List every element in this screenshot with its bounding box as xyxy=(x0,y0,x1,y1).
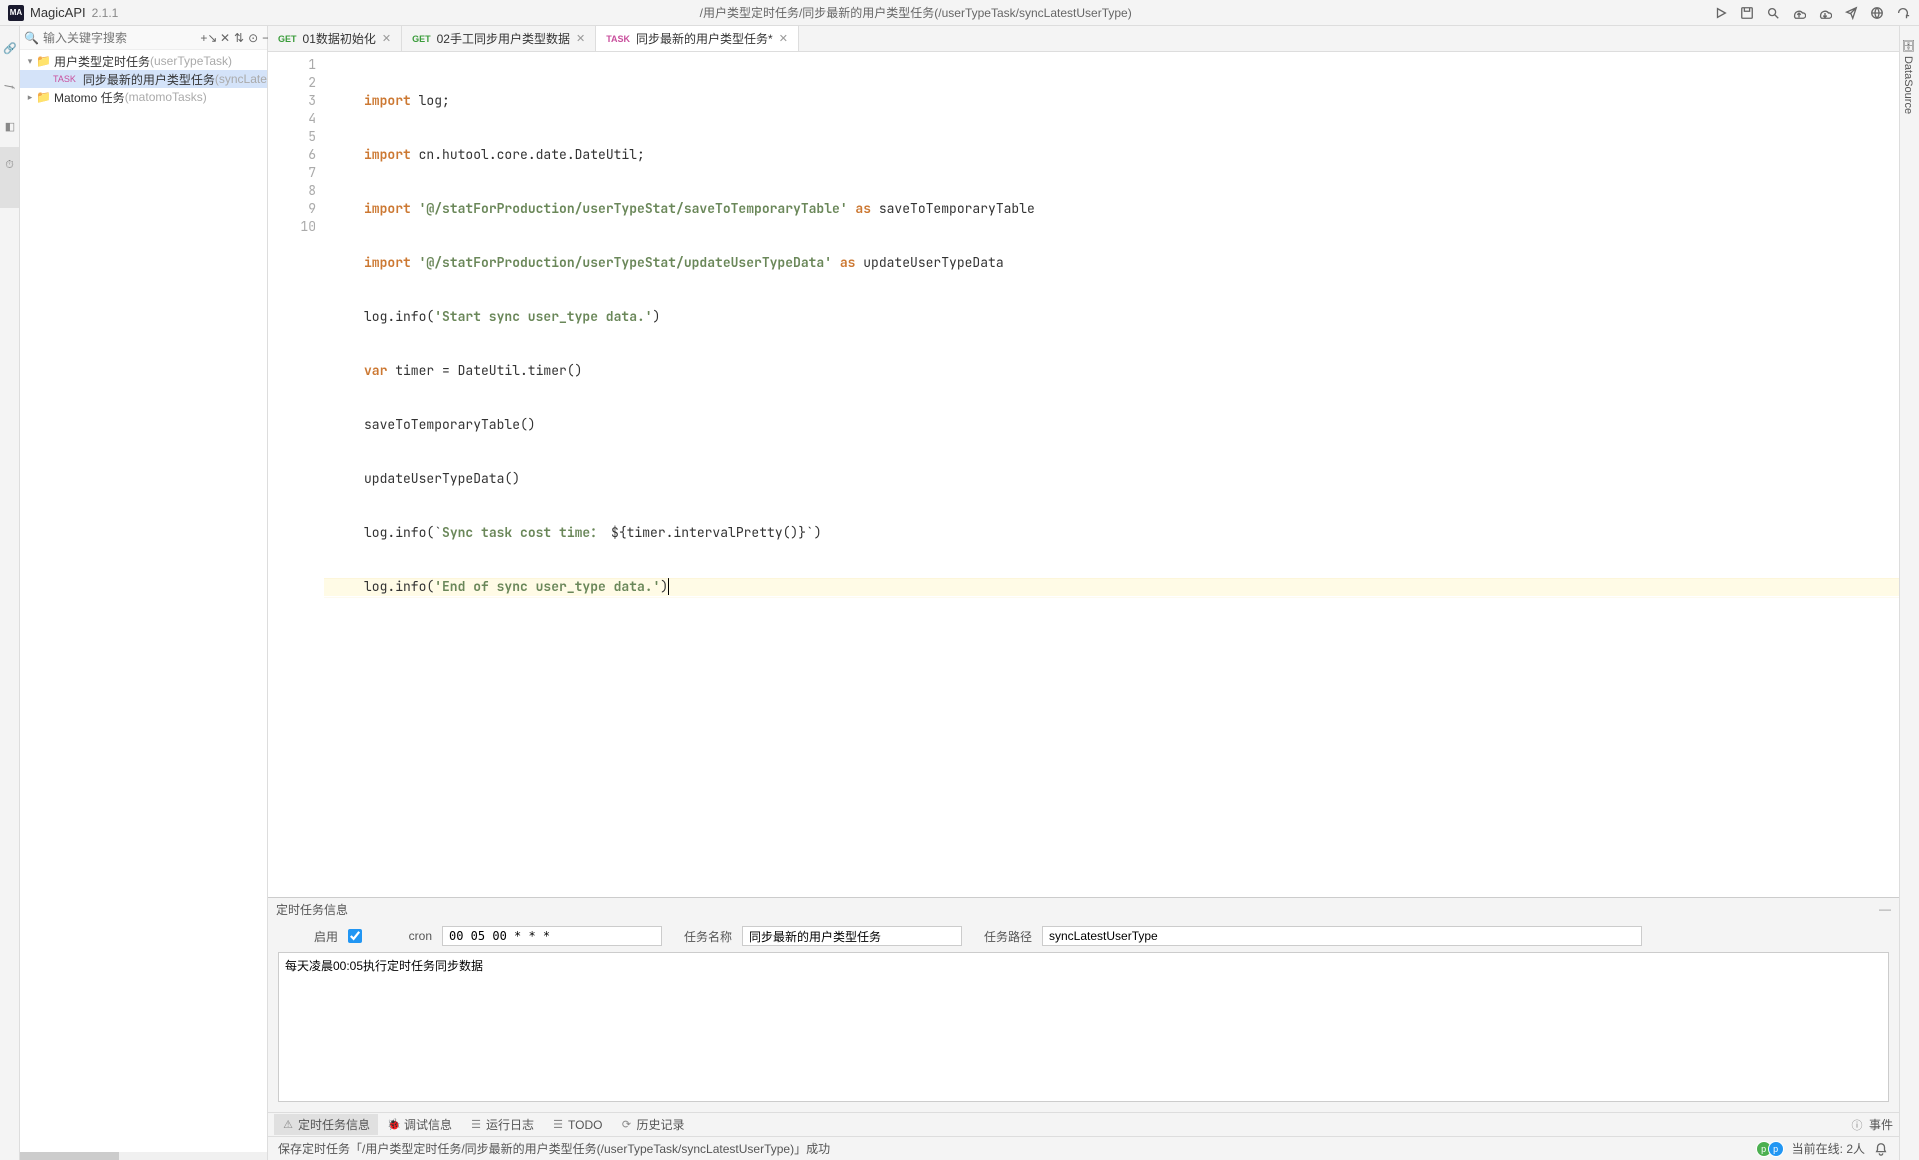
sidebar-toolbar: 🔍 +↘ ✕ ⇅ ⊙ − xyxy=(20,26,267,50)
tree-label: 同步最新的用户类型任务 xyxy=(83,71,215,88)
tree-folder[interactable]: ▾ 📁 用户类型定时任务(userTypeTask) xyxy=(20,52,267,70)
vtab-function[interactable]: ƒ函数 xyxy=(0,69,19,108)
tab-label: 01数据初始化 xyxy=(303,30,376,47)
reload-icon[interactable] xyxy=(1895,5,1911,21)
code-editor[interactable]: 12345678910 import log; import cn.hutool… xyxy=(268,52,1899,897)
vtab-component[interactable]: ◧组件 xyxy=(0,108,19,147)
tree-item-task[interactable]: TASK 同步最新的用户类型任务(syncLatestU xyxy=(20,70,267,88)
tab-label: 02手工同步用户类型数据 xyxy=(437,30,570,47)
locate-icon[interactable]: ⊙ xyxy=(248,31,258,45)
right-vertical-tabs: 🗄DataSource xyxy=(1899,26,1919,1160)
avatar: p xyxy=(1768,1141,1784,1157)
task-path-input[interactable] xyxy=(1042,926,1642,946)
tree-label: 用户类型定时任务 xyxy=(54,53,150,70)
upload-icon[interactable] xyxy=(1791,5,1807,21)
close-icon[interactable]: ✕ xyxy=(576,32,585,45)
breadcrumb: /用户类型定时任务/同步最新的用户类型任务(/userTypeTask/sync… xyxy=(118,4,1713,21)
path-label: 任务路径 xyxy=(972,928,1032,945)
btab-debug[interactable]: 🐞调试信息 xyxy=(380,1114,460,1135)
app-version: 2.1.1 xyxy=(92,6,119,20)
app-header: MA MagicAPI 2.1.1 /用户类型定时任务/同步最新的用户类型任务(… xyxy=(0,0,1919,26)
bottom-tabs: ⚠定时任务信息 🐞调试信息 ☰运行日志 ☰TODO ⟳历史记录 ⓘ 事件 xyxy=(268,1112,1899,1136)
sidebar: 🔍 +↘ ✕ ⇅ ⊙ − ▾ 📁 用户类型定时任务(userTypeTask) … xyxy=(20,26,268,1160)
tree-label: Matomo 任务 xyxy=(54,89,125,106)
name-label: 任务名称 xyxy=(672,928,732,945)
list-icon: ☰ xyxy=(552,1119,564,1131)
delete-icon[interactable]: ✕ xyxy=(220,31,230,45)
editor-area: GET 01数据初始化 ✕ GET 02手工同步用户类型数据 ✕ TASK 同步… xyxy=(268,26,1899,1160)
task-badge: TASK xyxy=(50,74,79,84)
app-title: MagicAPI xyxy=(30,5,86,20)
btab-task-info[interactable]: ⚠定时任务信息 xyxy=(274,1114,378,1135)
description-textarea[interactable]: 每天凌晨00:05执行定时任务同步数据 xyxy=(278,952,1889,1102)
database-icon: 🗄 xyxy=(1902,38,1914,52)
globe-icon[interactable] xyxy=(1869,5,1885,21)
add-icon[interactable]: +↘ xyxy=(202,31,216,45)
method-badge: GET xyxy=(278,34,297,44)
save-icon[interactable] xyxy=(1739,5,1755,21)
status-message: 保存定时任务「/用户类型定时任务/同步最新的用户类型任务(/userTypeTa… xyxy=(278,1140,830,1157)
method-badge: TASK xyxy=(606,34,630,44)
tab-sync-task[interactable]: TASK 同步最新的用户类型任务* ✕ xyxy=(596,26,799,51)
tab-label: 同步最新的用户类型任务* xyxy=(636,30,773,47)
vtab-datasource[interactable]: 🗄DataSource xyxy=(1900,26,1917,122)
close-icon[interactable]: ✕ xyxy=(382,32,391,45)
btab-history[interactable]: ⟳历史记录 xyxy=(613,1114,693,1135)
btab-logs[interactable]: ☰运行日志 xyxy=(462,1114,542,1135)
chevron-down-icon[interactable]: ▾ xyxy=(24,56,36,67)
tab-02[interactable]: GET 02手工同步用户类型数据 ✕ xyxy=(402,26,596,51)
cron-input[interactable] xyxy=(442,926,662,946)
enable-label: 启用 xyxy=(278,928,338,945)
tab-01[interactable]: GET 01数据初始化 ✕ xyxy=(268,26,402,51)
task-name-input[interactable] xyxy=(742,926,962,946)
enable-checkbox[interactable] xyxy=(348,929,362,943)
download-icon[interactable] xyxy=(1817,5,1833,21)
notification-icon[interactable] xyxy=(1873,1141,1889,1157)
tree-folder[interactable]: ▸ 📁 Matomo 任务(matomoTasks) xyxy=(20,88,267,106)
btab-todo[interactable]: ☰TODO xyxy=(544,1116,610,1134)
sort-icon[interactable]: ⇅ xyxy=(234,31,244,45)
vtab-scheduled[interactable]: ⏱定时任务 xyxy=(0,147,19,208)
info-panel-title: 定时任务信息 xyxy=(276,901,348,918)
method-badge: GET xyxy=(412,34,431,44)
folder-icon: 📁 xyxy=(36,55,50,67)
search-input[interactable] xyxy=(43,31,198,45)
log-icon: ☰ xyxy=(470,1119,482,1131)
event-label[interactable]: 事件 xyxy=(1869,1116,1893,1133)
info-panel: 定时任务信息 — 启用 cron 任务名称 任务路径 每天凌晨00:05执行定时… xyxy=(268,897,1899,1112)
minimize-icon[interactable]: — xyxy=(1879,902,1891,916)
line-gutter: 12345678910 xyxy=(268,52,324,897)
push-icon[interactable] xyxy=(1843,5,1859,21)
chevron-right-icon[interactable]: ▸ xyxy=(24,92,36,103)
status-bar: 保存定时任务「/用户类型定时任务/同步最新的用户类型任务(/userTypeTa… xyxy=(268,1136,1899,1160)
search-icon[interactable] xyxy=(1765,5,1781,21)
cron-label: cron xyxy=(372,929,432,943)
close-icon[interactable]: ✕ xyxy=(779,32,788,45)
sidebar-scrollbar[interactable] xyxy=(20,1152,267,1160)
info-icon: ⚠ xyxy=(282,1119,294,1131)
alert-icon: ⓘ xyxy=(1851,1119,1863,1131)
online-count: 当前在线: 2人 xyxy=(1792,1140,1865,1157)
online-avatars[interactable]: p p xyxy=(1756,1141,1784,1157)
app-logo-icon: MA xyxy=(8,5,24,21)
history-icon: ⟳ xyxy=(621,1119,633,1131)
file-tree: ▾ 📁 用户类型定时任务(userTypeTask) TASK 同步最新的用户类… xyxy=(20,50,267,1152)
code-content[interactable]: import log; import cn.hutool.core.date.D… xyxy=(324,52,1899,897)
vtab-api[interactable]: 🔗接口 xyxy=(0,30,19,69)
editor-tabs: GET 01数据初始化 ✕ GET 02手工同步用户类型数据 ✕ TASK 同步… xyxy=(268,26,1899,52)
search-icon: 🔍 xyxy=(24,31,39,45)
run-icon[interactable] xyxy=(1713,5,1729,21)
bug-icon: 🐞 xyxy=(388,1119,400,1131)
left-vertical-tabs: 🔗接口 ƒ函数 ◧组件 ⏱定时任务 xyxy=(0,26,20,1160)
folder-icon: 📁 xyxy=(36,91,50,103)
